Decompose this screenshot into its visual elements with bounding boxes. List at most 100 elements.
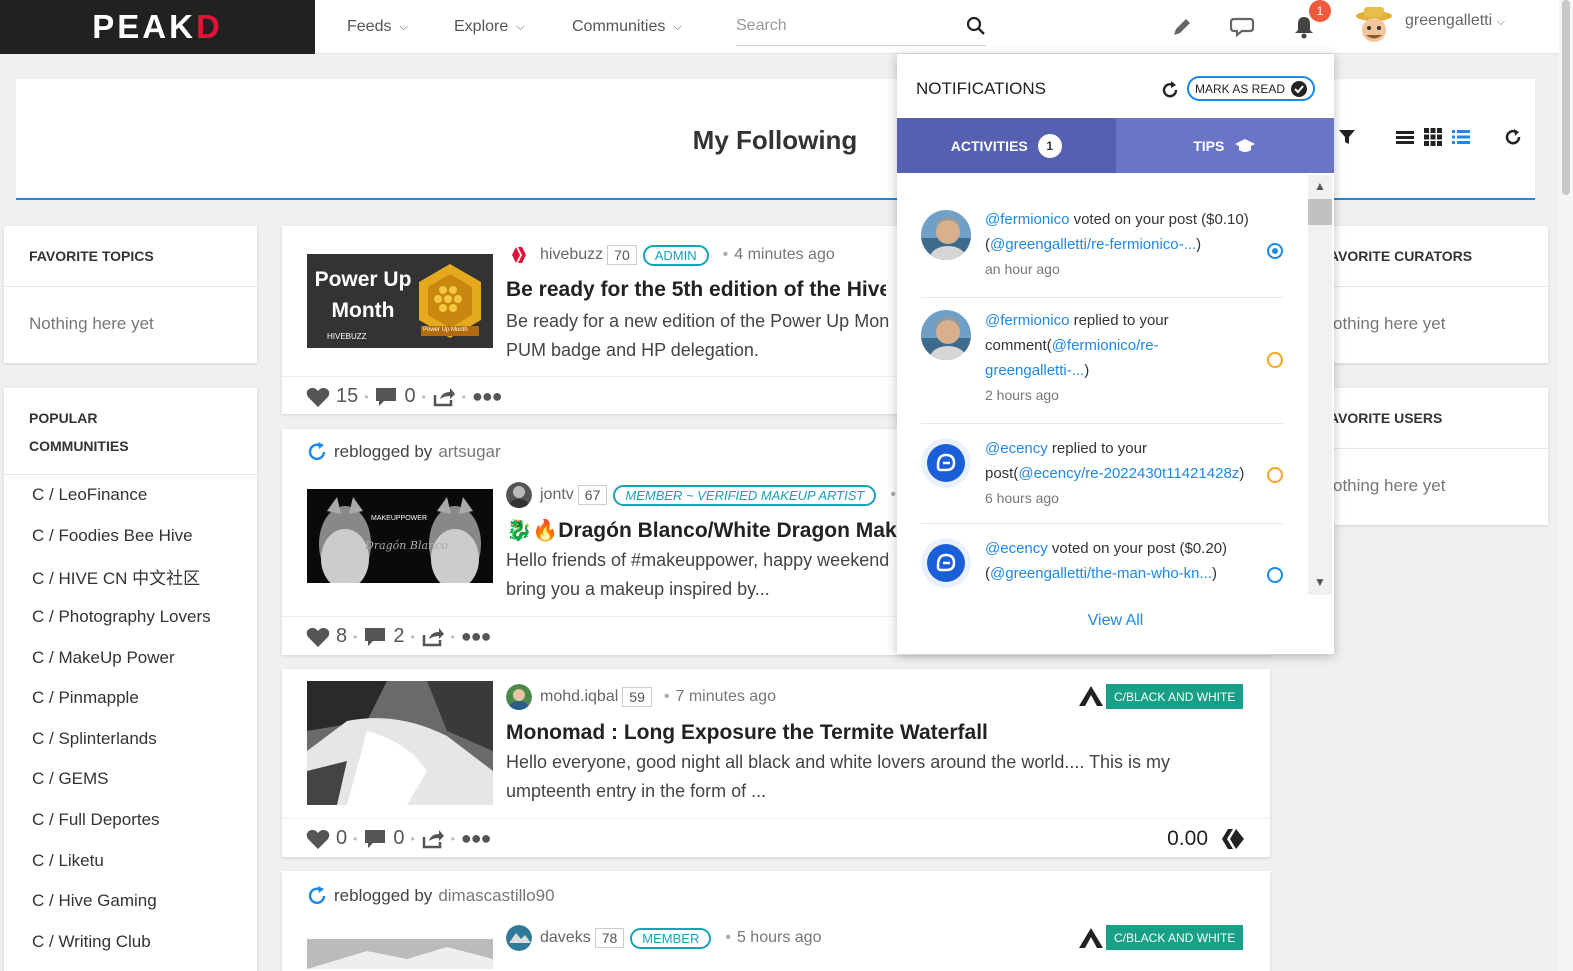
list-view-icon[interactable]: [1396, 129, 1414, 145]
notification-item[interactable]: @fermionico replied to your comment(@fer…: [921, 298, 1283, 424]
notification-post-link[interactable]: @greengalletti/re-fermionico-...: [990, 236, 1196, 253]
post-time[interactable]: 7 minutes ago: [675, 688, 776, 706]
more-options-icon[interactable]: ●●●: [472, 386, 503, 407]
share-icon[interactable]: [432, 387, 456, 407]
community-link[interactable]: C / Liketu: [4, 840, 257, 881]
nav-communities[interactable]: Communities ⌵: [572, 0, 682, 54]
post-excerpt[interactable]: Be ready for a new edition of the Power …: [506, 307, 898, 365]
post-thumbnail[interactable]: Power Up Month HIVEBUZZ Power Up Month: [307, 254, 493, 348]
post-title[interactable]: Be ready for the 5th edition of the Hive…: [506, 278, 886, 302]
notification-user-link[interactable]: @fermionico: [985, 211, 1069, 228]
comment-icon[interactable]: [363, 828, 387, 850]
post-title[interactable]: Monomad : Long Exposure the Termite Wate…: [506, 721, 1206, 745]
search-icon[interactable]: [966, 16, 986, 36]
notifications-scrollbar-thumb[interactable]: [1308, 199, 1332, 225]
chat-icon[interactable]: [1228, 12, 1258, 42]
comment-icon[interactable]: [363, 626, 387, 648]
community-tag[interactable]: C/BLACK AND WHITE: [1106, 684, 1244, 709]
notification-post-link[interactable]: @ecency/re-2022430t11421428z: [1018, 465, 1239, 482]
post-thumbnail[interactable]: MAKEUPPOWER Dragón Blanco: [307, 489, 493, 583]
share-icon[interactable]: [421, 627, 445, 647]
heart-icon[interactable]: [306, 386, 330, 408]
community-link[interactable]: C / MakeUp Power: [4, 637, 257, 678]
comment-icon[interactable]: [374, 386, 398, 408]
reblog-label: reblogged by: [334, 886, 433, 905]
share-icon[interactable]: [421, 829, 445, 849]
reblogger-name[interactable]: artsugar: [438, 442, 500, 462]
notification-item[interactable]: @ecency voted on your post ($0.20) (@gre…: [921, 524, 1283, 593]
notification-user-link[interactable]: @ecency: [985, 540, 1048, 557]
username-menu[interactable]: greengalletti ⌵: [1405, 12, 1505, 30]
community-link[interactable]: C / Hive Gaming: [4, 881, 257, 922]
notification-item[interactable]: @ecency replied to your post(@ecency/re-…: [921, 424, 1283, 524]
notification-post-link[interactable]: @greengalletti/the-man-who-kn...: [990, 565, 1212, 582]
notification-item[interactable]: @fermionico voted on your post ($0.10)(@…: [921, 195, 1283, 298]
post-author[interactable]: mohd.iqbal: [540, 688, 618, 706]
community-link[interactable]: C / Foodies Bee Hive: [4, 516, 257, 557]
payout-value[interactable]: 0.00: [1167, 827, 1208, 851]
community-link[interactable]: C / LeoFinance: [4, 475, 257, 516]
refresh-icon[interactable]: [1504, 128, 1522, 146]
avatar[interactable]: [921, 438, 971, 488]
nav-explore[interactable]: Explore ⌵: [454, 0, 525, 54]
scroll-up-icon[interactable]: ▲: [1314, 179, 1326, 193]
post-author[interactable]: hivebuzz: [540, 246, 603, 264]
community-link[interactable]: C / GEMS: [4, 759, 257, 800]
avatar[interactable]: [506, 482, 532, 508]
user-avatar[interactable]: [1354, 4, 1394, 48]
post-author[interactable]: daveks: [540, 929, 591, 947]
more-options-icon[interactable]: ●●●: [461, 828, 492, 849]
post-time[interactable]: 4 minutes ago: [734, 246, 835, 264]
reblogger-name[interactable]: dimascastillo90: [438, 886, 554, 906]
post-author[interactable]: jontv: [540, 486, 574, 504]
avatar[interactable]: [921, 310, 971, 360]
unread-indicator[interactable]: [1267, 467, 1283, 483]
compact-list-icon[interactable]: [1452, 129, 1470, 145]
nav-feeds[interactable]: Feeds ⌵: [347, 0, 408, 54]
page-scrollbar-thumb[interactable]: [1562, 0, 1570, 195]
tab-tips[interactable]: TIPS: [1115, 118, 1334, 173]
avatar[interactable]: [506, 684, 532, 710]
unread-indicator[interactable]: [1267, 243, 1283, 259]
unread-indicator[interactable]: [1267, 567, 1283, 583]
post-excerpt[interactable]: Hello everyone, good night all black and…: [506, 748, 1206, 806]
view-all-link[interactable]: View All: [897, 612, 1334, 630]
grid-view-icon[interactable]: [1424, 128, 1442, 146]
unread-indicator[interactable]: [1267, 352, 1283, 368]
peakd-logo[interactable]: PE A K D: [0, 0, 315, 54]
community-tag[interactable]: C/BLACK AND WHITE: [1106, 925, 1244, 950]
heart-icon[interactable]: [306, 626, 330, 648]
community-logo-icon[interactable]: [1078, 927, 1104, 949]
post-time[interactable]: 5 hours ago: [737, 929, 822, 947]
post-thumbnail[interactable]: [307, 681, 493, 805]
tab-activities[interactable]: ACTIVITIES 1: [897, 118, 1116, 173]
community-link[interactable]: C / Splinterlands: [4, 719, 257, 760]
community-link[interactable]: C / HIVE CN 中文社区: [4, 556, 257, 597]
post-excerpt[interactable]: Hello friends of #makeuppower, happy wee…: [506, 546, 898, 604]
pencil-icon[interactable]: [1167, 12, 1197, 42]
community-logo-icon[interactable]: [1078, 685, 1104, 707]
post-title[interactable]: 🐉🔥Dragón Blanco/White Dragon MakeU: [506, 519, 898, 543]
heart-icon[interactable]: [306, 828, 330, 850]
search-input[interactable]: Search: [736, 6, 986, 46]
scroll-down-icon[interactable]: ▼: [1314, 575, 1326, 589]
post-card[interactable]: mohd.iqbal 59 • 7 minutes ago C/BLACK AN…: [282, 669, 1270, 857]
more-options-icon[interactable]: ●●●: [461, 626, 492, 647]
avatar[interactable]: [506, 242, 532, 268]
notification-user-link[interactable]: @fermionico: [985, 312, 1069, 329]
refresh-icon[interactable]: [1160, 80, 1180, 100]
mark-as-read-button[interactable]: MARK AS READ: [1187, 76, 1316, 101]
community-link[interactable]: C / Full Deportes: [4, 800, 257, 841]
post-card[interactable]: reblogged by dimascastillo90 daveks 78 M…: [282, 871, 1270, 971]
community-link[interactable]: C / Photography Lovers: [4, 597, 257, 638]
community-link[interactable]: C / Pinmapple: [4, 678, 257, 719]
avatar[interactable]: [921, 210, 971, 260]
community-link[interactable]: C / Writing Club: [4, 922, 257, 963]
filter-icon[interactable]: [1338, 128, 1356, 146]
post-thumbnail[interactable]: [307, 939, 493, 969]
page-scrollbar[interactable]: [1559, 0, 1573, 971]
notifications-scrollbar[interactable]: ▲ ▼: [1308, 175, 1332, 595]
avatar[interactable]: [506, 925, 532, 951]
avatar[interactable]: [921, 538, 971, 588]
notification-user-link[interactable]: @ecency: [985, 440, 1048, 457]
